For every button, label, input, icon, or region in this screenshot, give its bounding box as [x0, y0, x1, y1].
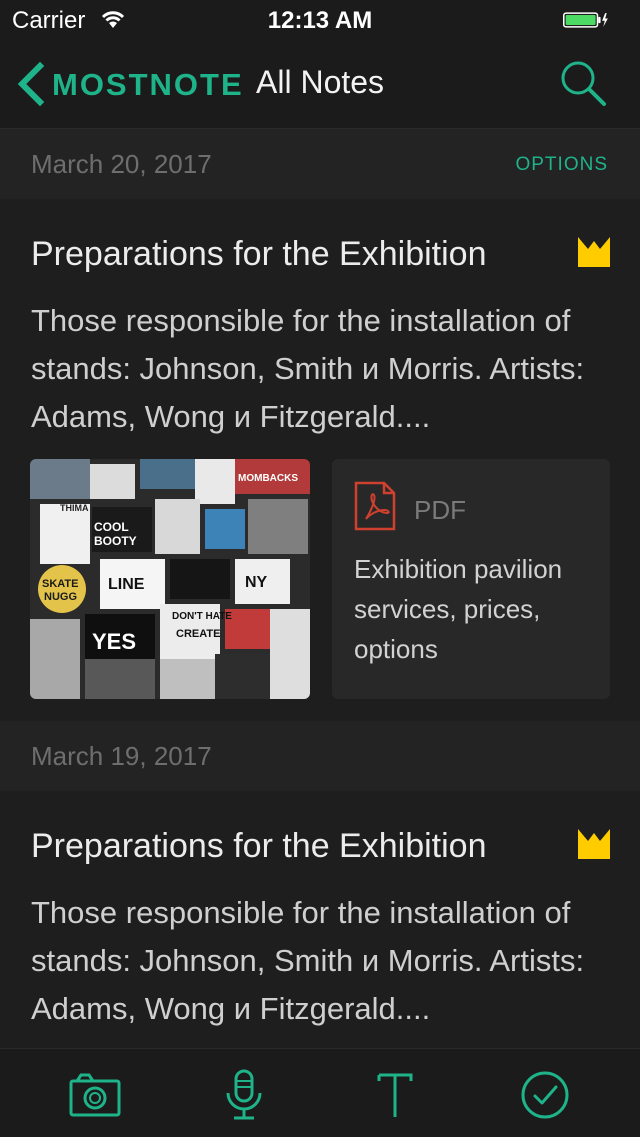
clock: 12:13 AM: [267, 7, 373, 34]
navigation-bar: MOSTNOTE All Notes: [0, 40, 640, 129]
note-card[interactable]: Preparations for the Exhibition Those re…: [0, 791, 640, 1048]
status-bar: Carrier 12:13 AM: [0, 0, 640, 40]
svg-text:NY: NY: [245, 574, 268, 591]
svg-text:LINE: LINE: [108, 576, 145, 593]
date-header: March 20, 2017 OPTIONS: [0, 129, 640, 199]
page-title: All Notes: [256, 64, 385, 100]
note-card[interactable]: Preparations for the Exhibition Those re…: [0, 199, 640, 721]
search-icon[interactable]: [558, 58, 608, 108]
bookmark-flag-icon[interactable]: [578, 829, 610, 859]
note-title: Preparations for the Exhibition: [31, 235, 487, 273]
svg-text:SKATE: SKATE: [42, 578, 78, 590]
note-body: Those responsible for the installation o…: [31, 303, 585, 434]
svg-text:NUGG: NUGG: [44, 591, 77, 603]
svg-text:THIMA: THIMA: [60, 503, 89, 513]
svg-text:CREATE: CREATE: [176, 628, 220, 640]
svg-text:COOL: COOL: [94, 520, 129, 534]
chevron-left-icon[interactable]: [14, 62, 48, 106]
date-header: March 19, 2017: [0, 721, 640, 791]
bookmark-flag-icon[interactable]: [578, 237, 610, 267]
note-body: Those responsible for the installation o…: [31, 895, 585, 1026]
svg-text:YES: YES: [92, 629, 136, 654]
text-icon[interactable]: [367, 1067, 423, 1123]
bottom-toolbar: [0, 1048, 640, 1137]
svg-text:MOMBACKS: MOMBACKS: [238, 473, 298, 484]
pdf-attachment-card[interactable]: PDF Exhibition pavilion services, prices…: [332, 459, 610, 699]
options-button[interactable]: OPTIONS: [515, 154, 608, 176]
back-button-brand[interactable]: MOSTNOTE: [52, 67, 244, 103]
attachment-description: Exhibition pavilion services, prices, op…: [354, 554, 563, 664]
note-image-thumbnail[interactable]: MOMBACKS THIMA SKATE NUGG COOL BOOTY LIN…: [30, 459, 310, 699]
note-title: Preparations for the Exhibition: [31, 827, 487, 865]
microphone-icon[interactable]: [216, 1067, 272, 1123]
date-label: March 19, 2017: [31, 741, 212, 771]
battery-icon: [563, 12, 608, 28]
svg-text:BOOTY: BOOTY: [94, 534, 137, 548]
pdf-file-icon: [354, 481, 396, 531]
attachment-type-label: PDF: [414, 495, 466, 525]
sticker-collage-image: MOMBACKS THIMA SKATE NUGG COOL BOOTY LIN…: [30, 459, 310, 699]
camera-icon[interactable]: [67, 1067, 123, 1123]
date-label: March 20, 2017: [31, 149, 212, 179]
checkmark-circle-icon[interactable]: [517, 1067, 573, 1123]
svg-text:DON'T HATE: DON'T HATE: [172, 611, 232, 622]
